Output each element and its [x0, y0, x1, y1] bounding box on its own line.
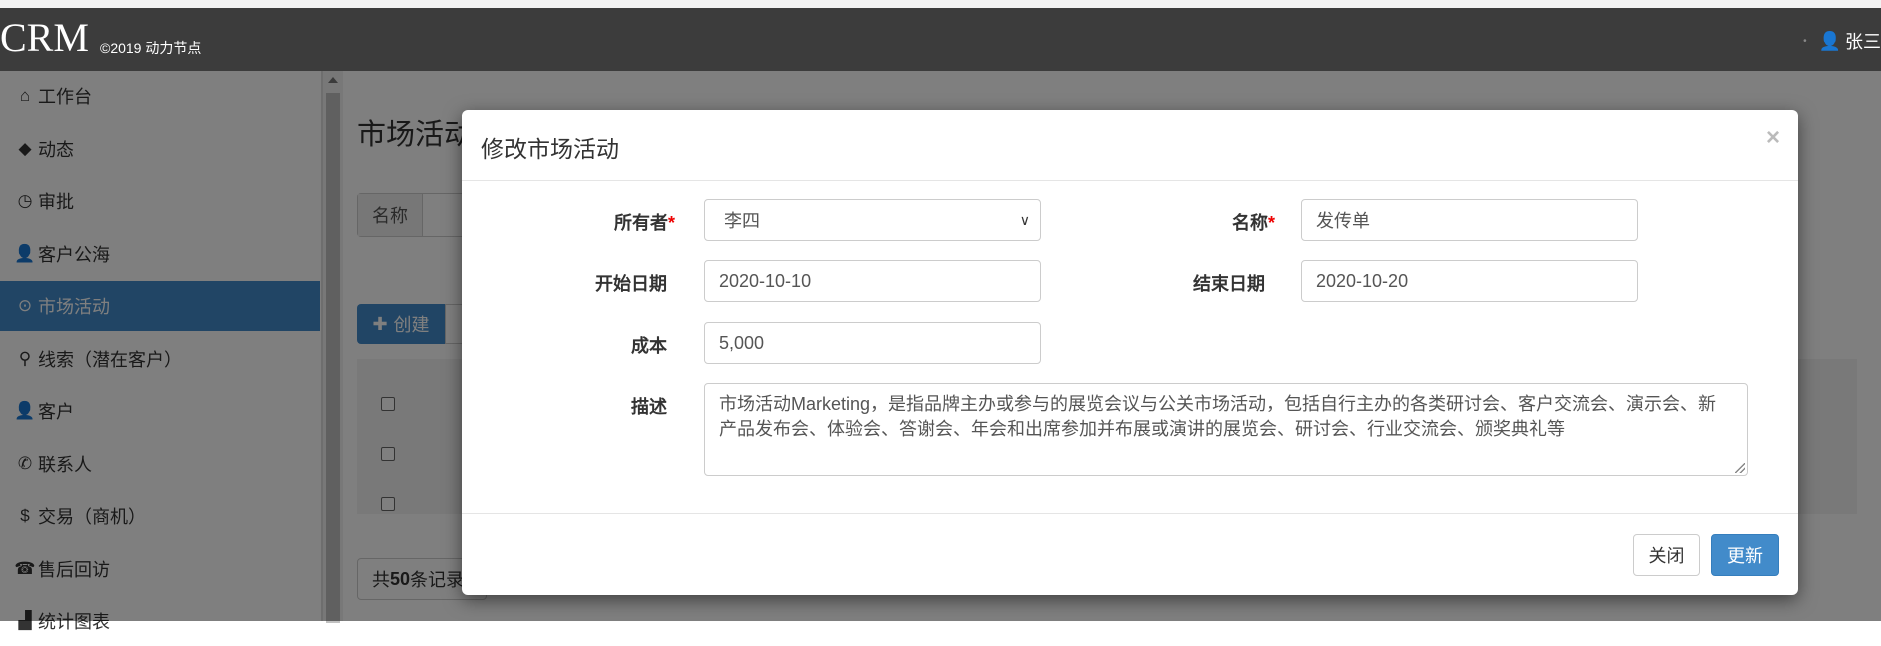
close-button[interactable]: 关闭 — [1633, 534, 1700, 576]
description-textarea[interactable]: 市场活动Marketing，是指品牌主办或参与的展览会议与公关市场活动，包括自行… — [704, 383, 1748, 476]
end-date-input[interactable]: 2020-10-20 — [1301, 260, 1638, 302]
owner-select[interactable]: 李四 ∨ — [704, 199, 1041, 241]
end-date-label: 结束日期 — [1193, 274, 1265, 294]
cost-input[interactable]: 5,000 — [704, 322, 1041, 364]
cost-input-value: 5,000 — [719, 332, 765, 353]
required-mark: * — [667, 213, 675, 233]
owner-label-text: 所有者 — [613, 213, 668, 233]
dot-icon: • — [1803, 35, 1807, 47]
name-label: 名称* — [1155, 209, 1275, 235]
user-name: 张三 — [1845, 32, 1881, 52]
required-mark: * — [1267, 213, 1275, 233]
end-date-value: 2020-10-20 — [1316, 270, 1409, 291]
user-menu[interactable]: • 👤 张三 — [1803, 28, 1881, 54]
start-date-value: 2020-10-10 — [719, 270, 812, 291]
close-icon[interactable]: × — [1766, 124, 1780, 152]
name-label-text: 名称 — [1231, 213, 1268, 233]
modal-title: 修改市场活动 — [481, 136, 619, 162]
owner-label: 所有者* — [555, 209, 675, 235]
owner-select-value: 李四 — [724, 211, 760, 231]
modal-header: 修改市场活动 × — [462, 110, 1798, 181]
cost-label: 成本 — [631, 336, 667, 356]
resize-handle-icon[interactable] — [1735, 463, 1745, 473]
top-navbar: CRM ©2019 动力节点 • 👤 张三 — [0, 8, 1881, 71]
user-icon: 👤 — [1818, 30, 1841, 51]
name-input-value: 发传单 — [1316, 211, 1370, 231]
start-date-label: 开始日期 — [595, 274, 667, 294]
brand-logo[interactable]: CRM — [0, 18, 89, 58]
chevron-down-icon: ∨ — [1019, 211, 1030, 228]
description-value: 市场活动Marketing，是指品牌主办或参与的展览会议与公关市场活动，包括自行… — [719, 394, 1717, 439]
description-label: 描述 — [631, 397, 667, 417]
update-button[interactable]: 更新 — [1711, 534, 1779, 576]
edit-activity-modal: 修改市场活动 × 所有者* 李四 ∨ 名称* 发传单 开始日期 2020-10-… — [462, 110, 1798, 595]
name-input[interactable]: 发传单 — [1301, 199, 1638, 241]
copyright-text: ©2019 动力节点 — [100, 40, 202, 56]
modal-footer: 关闭 更新 — [462, 513, 1798, 596]
start-date-input[interactable]: 2020-10-10 — [704, 260, 1041, 302]
